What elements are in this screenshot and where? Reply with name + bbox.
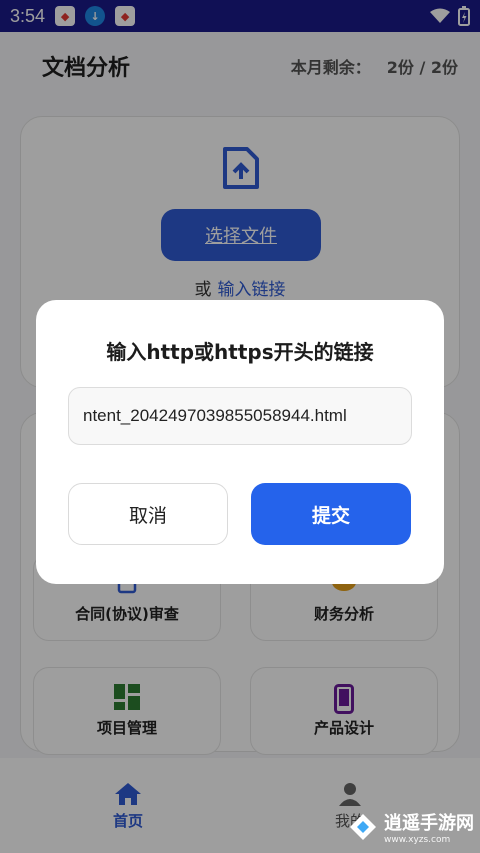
watermark-text: 逍遥手游网 — [384, 813, 474, 834]
dialog-title: 输入http或https开头的链接 — [106, 340, 374, 364]
link-input-dialog: 输入http或https开头的链接 ntent_2042497039855058… — [36, 300, 444, 584]
watermark-logo-icon — [350, 814, 376, 840]
cancel-button[interactable]: 取消 — [68, 483, 228, 545]
watermark: 逍遥手游网 www.xyzs.com — [348, 809, 474, 845]
url-input[interactable]: ntent_2042497039855058944.html — [68, 387, 412, 445]
watermark-sub: www.xyzs.com — [384, 835, 451, 845]
submit-button[interactable]: 提交 — [251, 483, 411, 545]
